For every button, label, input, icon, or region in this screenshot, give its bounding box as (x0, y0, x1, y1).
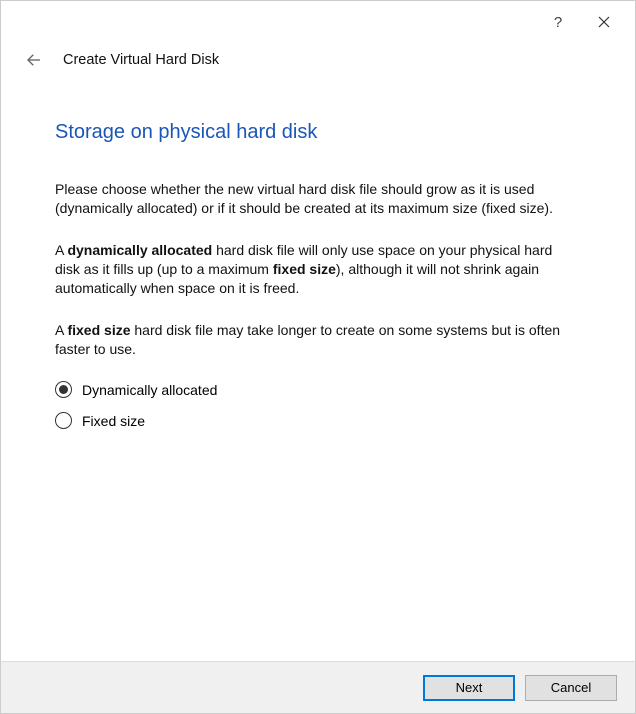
text-fragment: hard disk file may take longer to create… (55, 322, 560, 357)
radio-indicator-icon (55, 412, 72, 429)
back-arrow-icon (25, 51, 43, 69)
text-bold: fixed size (67, 322, 130, 338)
radio-indicator-icon (55, 381, 72, 398)
close-button[interactable] (581, 6, 627, 38)
radio-label: Fixed size (82, 413, 145, 429)
text-bold: dynamically allocated (67, 242, 212, 258)
intro-paragraph: Please choose whether the new virtual ha… (55, 180, 581, 219)
cancel-button[interactable]: Cancel (525, 675, 617, 701)
wizard-footer: Next Cancel (1, 661, 635, 713)
page-heading: Storage on physical hard disk (55, 121, 581, 144)
fixed-paragraph: A fixed size hard disk file may take lon… (55, 321, 581, 360)
radio-dynamically-allocated[interactable]: Dynamically allocated (55, 381, 581, 398)
wizard-title: Create Virtual Hard Disk (63, 52, 219, 68)
radio-fixed-size[interactable]: Fixed size (55, 412, 581, 429)
text-fragment: A (55, 242, 67, 258)
wizard-content: Storage on physical hard disk Please cho… (1, 97, 635, 661)
wizard-header: Create Virtual Hard Disk (1, 43, 635, 97)
radio-label: Dynamically allocated (82, 382, 217, 398)
dynamic-paragraph: A dynamically allocated hard disk file w… (55, 241, 581, 299)
text-fragment: A (55, 322, 67, 338)
help-button[interactable]: ? (535, 6, 581, 38)
close-icon (598, 16, 610, 28)
text-bold: fixed size (273, 261, 336, 277)
help-icon: ? (554, 14, 562, 31)
back-button[interactable] (23, 49, 45, 71)
storage-type-radio-group: Dynamically allocated Fixed size (55, 381, 581, 429)
titlebar: ? (1, 1, 635, 43)
next-button[interactable]: Next (423, 675, 515, 701)
